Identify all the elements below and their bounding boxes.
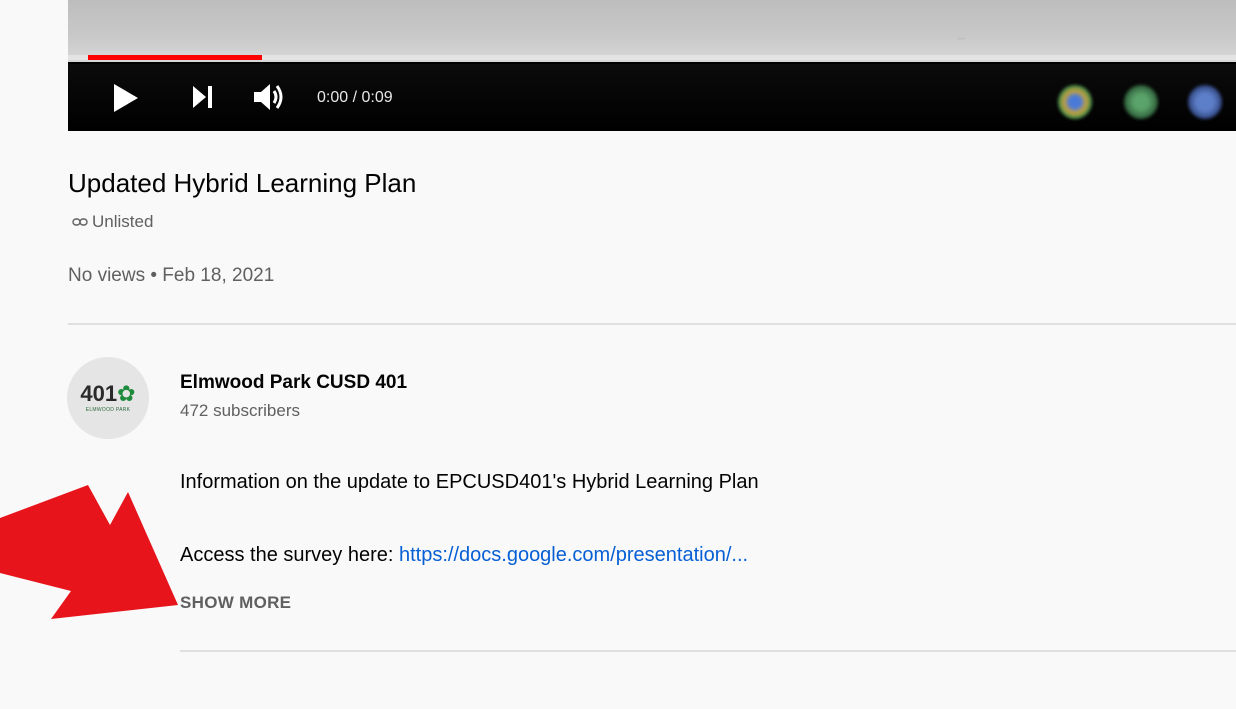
player-controls: 0:00 / 0:09 [68,64,1236,131]
meet-icon [1124,85,1158,119]
link-icon [72,218,88,226]
next-icon[interactable] [192,84,214,110]
visibility-badge: Unlisted [72,212,153,232]
divider [180,650,1236,652]
visibility-label: Unlisted [92,212,154,231]
video-frame[interactable]: ... [68,0,1236,62]
video-meta: No views • Feb 18, 2021 [68,265,275,286]
progress-played [88,55,262,60]
avatar-logo-text: 401✿ [80,381,136,406]
survey-link[interactable]: https://docs.google.com/presentation/... [399,544,748,566]
app-icon [1188,85,1222,119]
time-display: 0:00 / 0:09 [317,89,393,106]
channel-name[interactable]: Elmwood Park CUSD 401 [180,372,407,394]
avatar-subtext: ELMWOOD PARK [85,407,131,413]
channel-avatar[interactable]: 401✿ ELMWOOD PARK [67,357,149,439]
description-line: Information on the update to EPCUSD401's… [180,471,759,493]
play-icon[interactable] [112,82,140,114]
divider [68,323,1236,325]
video-title: Updated Hybrid Learning Plan [68,168,417,198]
description-line: Access the survey here: https://docs.goo… [180,544,748,567]
red-arrow-annotation [0,485,178,619]
video-player[interactable]: ... 0:00 / 0:09 [68,0,1236,131]
chrome-icon [1058,85,1092,119]
description-prefix: Access the survey here: [180,544,399,566]
volume-icon[interactable] [252,80,286,114]
show-more-button[interactable]: SHOW MORE [180,593,291,613]
video-caption: ... [958,34,966,41]
subscriber-count: 472 subscribers [180,401,301,420]
